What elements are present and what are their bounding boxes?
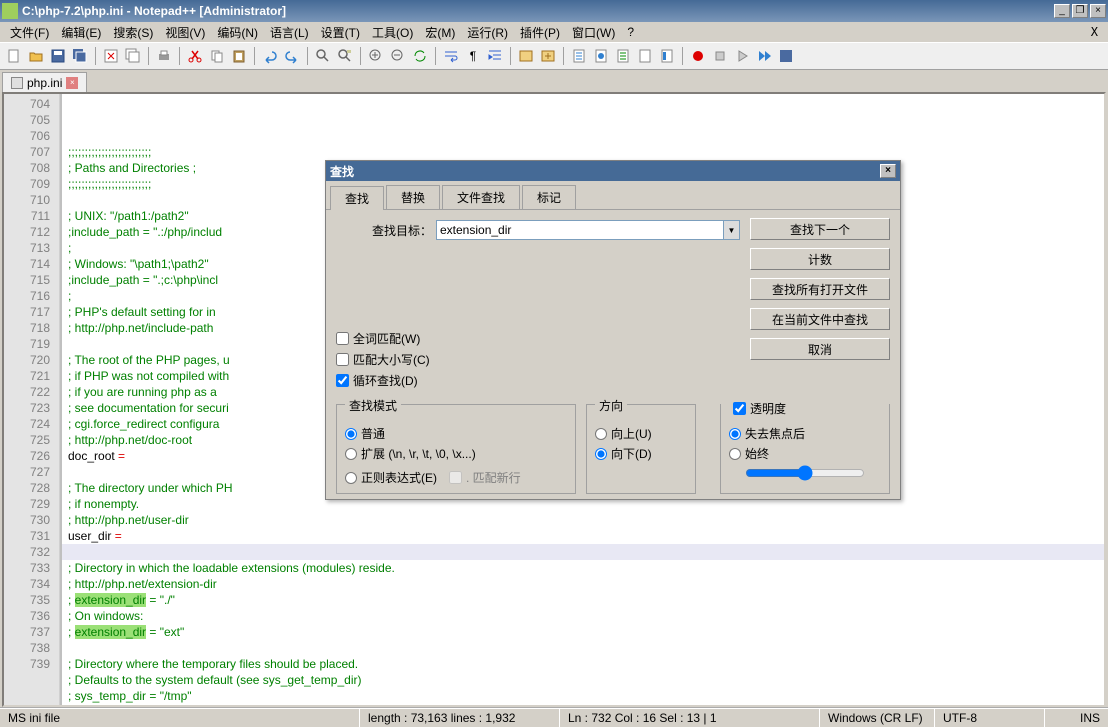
whole-word-checkbox[interactable]	[336, 332, 349, 345]
open-icon[interactable]	[26, 46, 46, 66]
transparency-checkbox[interactable]	[733, 402, 746, 415]
status-position: Ln : 732 Col : 16 Sel : 13 | 1	[560, 709, 820, 727]
menu-bar: 文件(F) 编辑(E) 搜索(S) 视图(V) 编码(N) 语言(L) 设置(T…	[0, 22, 1108, 42]
menu-run[interactable]: 运行(R)	[461, 22, 514, 43]
menu-plugins[interactable]: 插件(P)	[514, 22, 566, 43]
mode-extended-radio[interactable]	[345, 448, 357, 460]
close-button[interactable]: ×	[1090, 4, 1106, 18]
redo-icon[interactable]	[282, 46, 302, 66]
allchars-icon[interactable]: ¶	[463, 46, 483, 66]
indent-icon[interactable]	[485, 46, 505, 66]
minimize-button[interactable]: _	[1054, 4, 1070, 18]
menu-help[interactable]: ?	[621, 23, 640, 41]
menu-macro[interactable]: 宏(M)	[419, 22, 461, 43]
wrap-checkbox[interactable]	[336, 374, 349, 387]
transparency-slider[interactable]	[745, 465, 865, 481]
file-icon	[11, 77, 23, 89]
menu-window[interactable]: 窗口(W)	[566, 22, 621, 43]
menu-encoding[interactable]: 编码(N)	[211, 22, 264, 43]
status-encoding: UTF-8	[935, 709, 1045, 727]
window-title: C:\php-7.2\php.ini - Notepad++ [Administ…	[22, 4, 1052, 18]
toolbar: ¶	[0, 42, 1108, 70]
find-in-current-button[interactable]: 在当前文件中查找	[750, 308, 890, 330]
tab-find[interactable]: 查找	[330, 186, 384, 210]
zoomout-icon[interactable]	[388, 46, 408, 66]
new-icon[interactable]	[4, 46, 24, 66]
find-all-open-button[interactable]: 查找所有打开文件	[750, 278, 890, 300]
mode-regex-radio[interactable]	[345, 472, 357, 484]
find-next-button[interactable]: 查找下一个	[750, 218, 890, 240]
closeall-icon[interactable]	[123, 46, 143, 66]
mode-normal-radio[interactable]	[345, 428, 357, 440]
docmap-icon[interactable]	[657, 46, 677, 66]
close-icon[interactable]	[101, 46, 121, 66]
dialog-title: 查找	[330, 163, 878, 180]
doc1-icon[interactable]	[569, 46, 589, 66]
count-button[interactable]: 计数	[750, 248, 890, 270]
tab-findinfiles[interactable]: 文件查找	[442, 185, 520, 209]
find-target-input[interactable]	[436, 220, 724, 240]
saveall-icon[interactable]	[70, 46, 90, 66]
cancel-button[interactable]: 取消	[750, 338, 890, 360]
play-icon[interactable]	[732, 46, 752, 66]
find-target-label: 查找目标：	[336, 222, 436, 239]
direction-group: 方向	[595, 397, 627, 414]
copy-icon[interactable]	[207, 46, 227, 66]
menu-settings[interactable]: 设置(T)	[315, 22, 366, 43]
find-dialog: 查找 × 查找 替换 文件查找 标记 查找目标： ▼ 查找下一个 计数 查找所有…	[325, 160, 901, 500]
tab-close-icon[interactable]: ×	[66, 77, 78, 89]
stop-icon[interactable]	[710, 46, 730, 66]
dir-down-radio[interactable]	[595, 448, 607, 460]
status-language: MS ini file	[0, 709, 360, 727]
doc3-icon[interactable]	[613, 46, 633, 66]
title-bar: C:\php-7.2\php.ini - Notepad++ [Administ…	[0, 0, 1108, 22]
unfold-icon[interactable]	[538, 46, 558, 66]
dialog-close-button[interactable]: ×	[880, 164, 896, 178]
trans-always-radio[interactable]	[729, 448, 741, 460]
sync-icon[interactable]	[410, 46, 430, 66]
tab-label: php.ini	[27, 76, 62, 90]
zoomin-icon[interactable]	[366, 46, 386, 66]
replace-icon[interactable]	[335, 46, 355, 66]
savemacro-icon[interactable]	[776, 46, 796, 66]
trans-focus-radio[interactable]	[729, 428, 741, 440]
find-icon[interactable]	[313, 46, 333, 66]
menu-view[interactable]: 视图(V)	[159, 22, 211, 43]
search-mode-group: 查找模式	[345, 397, 401, 414]
menu-edit[interactable]: 编辑(E)	[55, 22, 107, 43]
funclist-icon[interactable]	[635, 46, 655, 66]
wordwrap-icon[interactable]	[441, 46, 461, 66]
menu-search[interactable]: 搜索(S)	[107, 22, 159, 43]
record-icon[interactable]	[688, 46, 708, 66]
line-number-gutter: 7047057067077087097107117127137147157167…	[4, 94, 62, 705]
undo-icon[interactable]	[260, 46, 280, 66]
save-icon[interactable]	[48, 46, 68, 66]
dropdown-icon[interactable]: ▼	[724, 220, 740, 240]
cut-icon[interactable]	[185, 46, 205, 66]
status-bar: MS ini file length : 73,163 lines : 1,93…	[0, 707, 1108, 727]
print-icon[interactable]	[154, 46, 174, 66]
status-length: length : 73,163 lines : 1,932	[360, 709, 560, 727]
tab-mark[interactable]: 标记	[522, 185, 576, 209]
menu-file[interactable]: 文件(F)	[4, 22, 55, 43]
dir-up-radio[interactable]	[595, 428, 607, 440]
match-case-checkbox[interactable]	[336, 353, 349, 366]
menu-tools[interactable]: 工具(O)	[366, 22, 419, 43]
file-tab[interactable]: php.ini ×	[2, 72, 87, 92]
menu-language[interactable]: 语言(L)	[264, 22, 315, 43]
match-newline-checkbox	[449, 471, 462, 484]
tab-replace[interactable]: 替换	[386, 185, 440, 209]
status-eol: Windows (CR LF)	[820, 709, 935, 727]
maximize-button[interactable]: ❐	[1072, 4, 1088, 18]
app-icon	[2, 3, 18, 19]
paste-icon[interactable]	[229, 46, 249, 66]
doc2-icon[interactable]	[591, 46, 611, 66]
dialog-tabs: 查找 替换 文件查找 标记	[326, 181, 900, 210]
dialog-title-bar[interactable]: 查找 ×	[326, 161, 900, 181]
fold-icon[interactable]	[516, 46, 536, 66]
status-insert: INS	[1045, 709, 1108, 727]
playmulti-icon[interactable]	[754, 46, 774, 66]
tab-bar: php.ini ×	[0, 70, 1108, 92]
